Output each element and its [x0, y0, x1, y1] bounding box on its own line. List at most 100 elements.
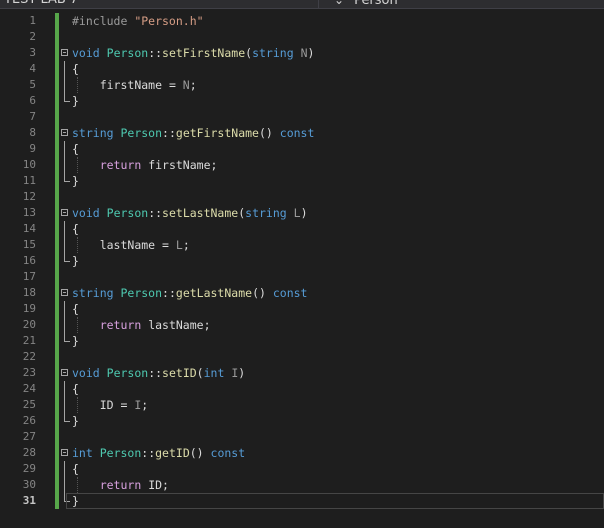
member-dropdown[interactable]: ⌄ Person — [334, 0, 398, 8]
code-text: return firstName; — [99, 158, 218, 172]
code-line[interactable]: void Person::setLastName(string L) — [60, 205, 604, 221]
fold-region-end — [64, 173, 70, 182]
line-number: 18 — [22, 286, 36, 299]
code-text: { — [72, 62, 79, 76]
code-text: lastName = L; — [99, 238, 190, 252]
fold-region-line — [64, 141, 65, 157]
code-line[interactable]: lastName = L; — [60, 237, 604, 253]
code-line[interactable]: { — [60, 461, 604, 477]
line-number: 16 — [22, 254, 36, 267]
code-line[interactable]: string Person::getFirstName() const — [60, 125, 604, 141]
line-number: 5 — [29, 78, 36, 91]
line-number: 22 — [22, 350, 36, 363]
line-number: 1 — [29, 14, 36, 27]
line-number: 2 — [29, 30, 36, 43]
code-editor[interactable]: #include "Person.h"void Person::setFirst… — [60, 13, 604, 509]
line-number: 14 — [22, 222, 36, 235]
collapse-region-icon[interactable] — [61, 289, 68, 296]
code-text: return lastName; — [99, 318, 211, 332]
line-number: 8 — [29, 126, 36, 139]
collapse-region-icon[interactable] — [61, 129, 68, 136]
code-line[interactable]: } — [60, 493, 604, 509]
line-number: 4 — [29, 62, 36, 75]
line-number: 7 — [29, 110, 36, 123]
fold-region-line — [64, 381, 65, 397]
code-text: { — [72, 302, 79, 316]
fold-region-line — [64, 157, 65, 173]
fold-region-end — [64, 413, 70, 422]
line-number: 6 — [29, 94, 36, 107]
code-text: } — [72, 94, 79, 108]
code-line[interactable]: { — [60, 301, 604, 317]
project-dropdown[interactable]: TEST LAB 7 — [0, 0, 78, 8]
code-line[interactable]: return firstName; — [60, 157, 604, 173]
chevron-circle-icon: ⌄ — [334, 0, 345, 7]
line-number: 30 — [22, 478, 36, 491]
code-text: } — [72, 414, 79, 428]
code-text: } — [72, 254, 79, 268]
code-line[interactable]: string Person::getLastName() const — [60, 285, 604, 301]
code-text: string Person::getLastName() const — [72, 286, 308, 300]
collapse-region-icon[interactable] — [61, 209, 68, 216]
code-line[interactable]: return ID; — [60, 477, 604, 493]
line-number: 3 — [29, 46, 36, 59]
code-line[interactable] — [60, 189, 604, 205]
code-line[interactable] — [60, 269, 604, 285]
code-text: } — [72, 334, 79, 348]
line-number: 17 — [22, 270, 36, 283]
fold-region-end — [64, 253, 70, 262]
line-number-gutter: 1 2 3 4 5 6 7 8 9 10 11 12 13 14 15 16 17 18 19 20 21 22 23 24 2… — [0, 13, 36, 509]
code-line[interactable]: } — [60, 413, 604, 429]
document-navigation-bar: TEST LAB 7 ⌄ Person — [0, 0, 604, 9]
code-line[interactable] — [60, 29, 604, 45]
code-text: } — [72, 174, 79, 188]
code-text: return ID; — [99, 478, 169, 492]
code-line[interactable]: { — [60, 141, 604, 157]
fold-region-line — [64, 477, 65, 493]
fold-region-end — [64, 93, 70, 102]
code-line[interactable]: void Person::setFirstName(string N) — [60, 45, 604, 61]
line-number: 13 — [22, 206, 36, 219]
fold-region-line — [64, 61, 65, 77]
code-line[interactable]: ID = I; — [60, 397, 604, 413]
code-line[interactable]: #include "Person.h" — [60, 13, 604, 29]
line-number: 21 — [22, 334, 36, 347]
code-line[interactable]: } — [60, 253, 604, 269]
code-text: void Person::setFirstName(string N) — [72, 46, 315, 60]
code-line[interactable]: } — [60, 333, 604, 349]
line-number: 27 — [22, 430, 36, 443]
code-line[interactable]: int Person::getID() const — [60, 445, 604, 461]
code-text: ID = I; — [99, 398, 149, 412]
code-line[interactable] — [60, 429, 604, 445]
collapse-region-icon[interactable] — [61, 369, 68, 376]
line-number: 28 — [22, 446, 36, 459]
code-text: int Person::getID() const — [72, 446, 246, 460]
line-number: 19 — [22, 302, 36, 315]
code-line[interactable]: firstName = N; — [60, 77, 604, 93]
fold-region-end — [64, 333, 70, 342]
code-line[interactable]: } — [60, 93, 604, 109]
code-line[interactable]: } — [60, 173, 604, 189]
code-text: string Person::getFirstName() const — [72, 126, 315, 140]
code-text: { — [72, 222, 79, 236]
code-line[interactable]: void Person::setID(int I) — [60, 365, 604, 381]
line-number: 31 — [22, 494, 36, 507]
line-number: 25 — [22, 398, 36, 411]
fold-region-line — [64, 237, 65, 253]
code-line[interactable]: { — [60, 221, 604, 237]
line-number: 12 — [22, 190, 36, 203]
code-text: } — [72, 494, 79, 508]
code-line[interactable]: { — [60, 381, 604, 397]
line-number: 29 — [22, 462, 36, 475]
code-text: #include "Person.h" — [72, 14, 204, 28]
fold-region-line — [64, 77, 65, 93]
change-tracking-bar — [55, 13, 59, 509]
collapse-region-icon[interactable] — [61, 449, 68, 456]
code-line[interactable]: { — [60, 61, 604, 77]
member-dropdown-label: Person — [354, 0, 398, 8]
code-text: { — [72, 142, 79, 156]
code-line[interactable] — [60, 349, 604, 365]
code-line[interactable]: return lastName; — [60, 317, 604, 333]
code-line[interactable] — [60, 109, 604, 125]
collapse-region-icon[interactable] — [61, 49, 68, 56]
